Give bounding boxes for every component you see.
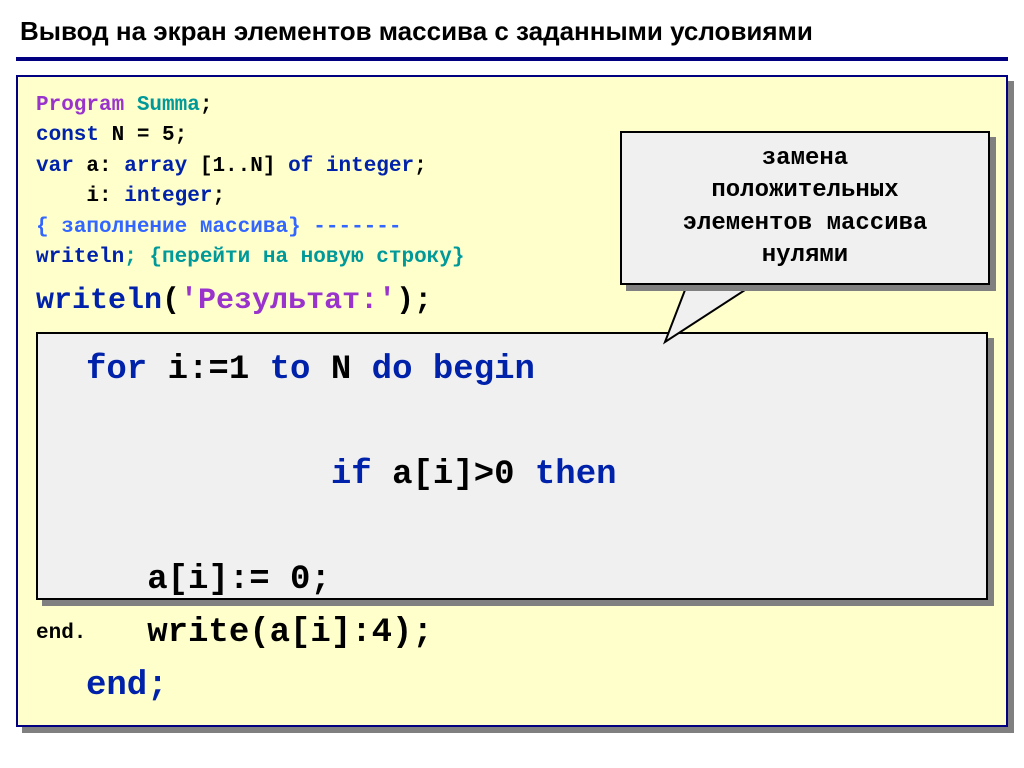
writeln-result: writeln('Результат:');: [36, 284, 988, 318]
kw-array: array: [124, 155, 187, 178]
paren-close: );: [396, 284, 432, 318]
kw-if: if: [290, 456, 372, 494]
loop-box-wrap: for i:=1 to N do begin if a[i]>0 then a[…: [36, 332, 988, 600]
prog-name: Summa: [124, 94, 200, 117]
var-a: a:: [74, 155, 124, 178]
result-string: 'Результат:': [180, 284, 396, 318]
kw-of: of: [288, 155, 313, 178]
type-int-2: integer: [124, 185, 212, 208]
kw-end: end;: [86, 660, 974, 713]
title-divider: [16, 57, 1008, 61]
kw-const: const: [36, 124, 99, 147]
slide-title: Вывод на экран элементов массива с задан…: [16, 16, 1008, 47]
const-decl: N = 5;: [99, 124, 187, 147]
kw-do-begin: do begin: [372, 351, 535, 389]
callout-line-2: положительных: [632, 175, 978, 207]
code-frame: Program Summa; const N = 5; var a: array…: [16, 75, 1008, 727]
var-i-indent: i:: [36, 185, 124, 208]
kw-program: Program: [36, 94, 124, 117]
code-frame-wrap: Program Summa; const N = 5; var a: array…: [16, 75, 1008, 727]
kw-for: for: [86, 351, 147, 389]
callout-line-1: замена: [632, 143, 978, 175]
writeln-comment: ; {перейти на новую строку}: [124, 246, 464, 269]
callout-line-4: нулями: [632, 240, 978, 272]
kw-then: then: [535, 456, 617, 494]
for-cond-2: N: [310, 351, 371, 389]
kw-writeln-1: writeln: [36, 246, 124, 269]
type-int-1: integer: [313, 155, 414, 178]
write-line: write(a[i]:4);: [86, 607, 974, 660]
callout-tail: [660, 277, 780, 347]
kw-to: to: [270, 351, 311, 389]
comment-text: заполнение массива: [61, 216, 288, 239]
kw-writeln-2: writeln: [36, 284, 162, 318]
assign-line: a[i]:= 0;: [86, 554, 974, 607]
paren-open: (: [162, 284, 180, 318]
comment-open: {: [36, 216, 61, 239]
arr-range: [1..N]: [187, 155, 288, 178]
comment-close: } -------: [288, 216, 401, 239]
if-cond: a[i]>0: [372, 456, 535, 494]
callout: замена положительных элементов массива н…: [620, 131, 990, 285]
loop-box: for i:=1 to N do begin if a[i]>0 then a[…: [36, 332, 988, 600]
kw-var: var: [36, 155, 74, 178]
for-cond-1: i:=1: [147, 351, 269, 389]
callout-line-3: элементов массива: [632, 208, 978, 240]
callout-bubble: замена положительных элементов массива н…: [620, 131, 990, 285]
